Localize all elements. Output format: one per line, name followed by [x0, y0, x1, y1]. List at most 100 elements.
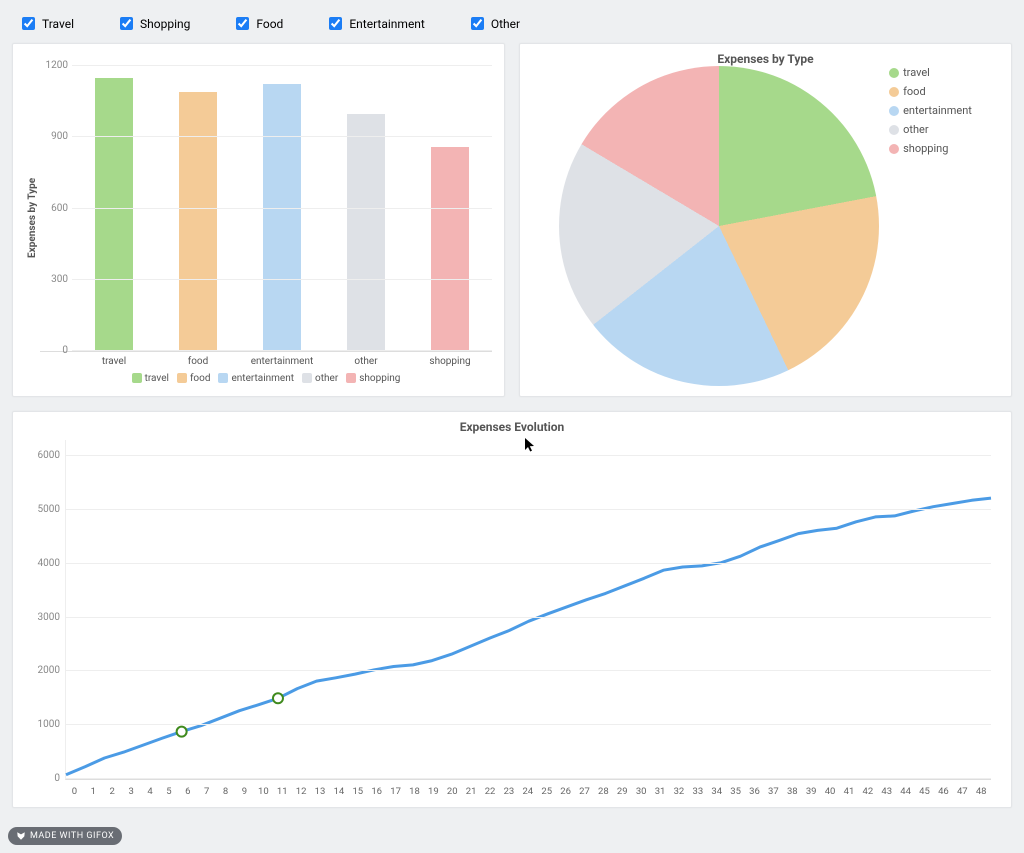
xaxis-tick: 26 [556, 786, 575, 797]
legend-item-entertainment[interactable]: entertainment [889, 104, 972, 117]
filter-shopping[interactable]: Shopping [116, 14, 190, 33]
legend-item-other[interactable]: other [889, 123, 972, 136]
filter-entertainment[interactable]: Entertainment [325, 14, 425, 33]
gridline: 1000 [66, 724, 991, 725]
xaxis-tick: 38 [783, 786, 802, 797]
bar-cat-label: shopping [408, 352, 492, 367]
legend-item-travel[interactable]: travel [889, 66, 972, 79]
bar-chart-card: Expenses by Type 03006009001200 travelfo… [12, 43, 505, 397]
filter-label: Entertainment [349, 17, 425, 31]
cursor-icon [525, 438, 535, 452]
filter-travel[interactable]: Travel [18, 14, 74, 33]
pie-legend: travel food entertainment other shopping [889, 66, 972, 161]
xaxis-tick: 31 [651, 786, 670, 797]
gridline: 900 [72, 136, 492, 137]
line-series[interactable] [66, 498, 991, 775]
line-chart[interactable]: 0100020003000400050006000 [65, 440, 991, 780]
line-marker[interactable] [177, 727, 187, 737]
filter-travel-checkbox[interactable] [22, 17, 35, 30]
xaxis-tick: 4 [141, 786, 160, 797]
gridline: 0 [72, 350, 492, 351]
xaxis-tick: 13 [311, 786, 330, 797]
legend-item-other[interactable]: other [302, 373, 338, 384]
legend-item-shopping[interactable]: shopping [346, 373, 400, 384]
bar-cat-label: food [156, 352, 240, 367]
xaxis-tick: 16 [367, 786, 386, 797]
xaxis-tick: 27 [575, 786, 594, 797]
xaxis-tick: 48 [972, 786, 991, 797]
line-xaxis: 0123456789101112131415161718192021222324… [65, 786, 991, 797]
xaxis-tick: 44 [896, 786, 915, 797]
filter-entertainment-checkbox[interactable] [329, 17, 342, 30]
xaxis-tick: 10 [254, 786, 273, 797]
bar-other[interactable] [324, 52, 408, 351]
bar-entertainment[interactable] [240, 52, 324, 351]
line-chart-card: Expenses Evolution 010002000300040005000… [12, 411, 1012, 808]
bar-chart[interactable]: 03006009001200 [40, 52, 492, 352]
filters-bar: Travel Shopping Food Entertainment Other [12, 12, 1012, 43]
bar-ylabel: Expenses by Type [25, 52, 40, 384]
bar-categories: travelfoodentertainmentothershopping [72, 352, 492, 367]
xaxis-tick: 8 [216, 786, 235, 797]
xaxis-tick: 5 [159, 786, 178, 797]
xaxis-tick: 35 [726, 786, 745, 797]
gifox-badge[interactable]: MADE WITH GIFOX [8, 827, 122, 845]
xaxis-tick: 41 [840, 786, 859, 797]
xaxis-tick: 18 [405, 786, 424, 797]
pie-title: Expenses by Type [532, 52, 999, 66]
filter-label: Food [256, 17, 283, 31]
xaxis-tick: 33 [688, 786, 707, 797]
filter-other[interactable]: Other [467, 14, 520, 33]
xaxis-tick: 15 [348, 786, 367, 797]
filter-food[interactable]: Food [232, 14, 283, 33]
gridline: 2000 [66, 670, 991, 671]
xaxis-tick: 43 [877, 786, 896, 797]
xaxis-tick: 23 [499, 786, 518, 797]
line-title: Expenses Evolution [25, 420, 999, 434]
filter-other-checkbox[interactable] [471, 17, 484, 30]
legend-item-entertainment[interactable]: entertainment [218, 373, 294, 384]
xaxis-tick: 11 [273, 786, 292, 797]
xaxis-tick: 42 [858, 786, 877, 797]
line-marker[interactable] [273, 693, 283, 703]
xaxis-tick: 21 [462, 786, 481, 797]
bar-food[interactable] [156, 52, 240, 351]
legend-item-food[interactable]: food [177, 373, 211, 384]
xaxis-tick: 29 [613, 786, 632, 797]
xaxis-tick: 37 [764, 786, 783, 797]
xaxis-tick: 24 [518, 786, 537, 797]
fox-icon [16, 831, 26, 841]
xaxis-tick: 9 [235, 786, 254, 797]
filter-label: Shopping [140, 17, 190, 31]
bar-legend: travel food entertainment other shopping [40, 367, 492, 384]
filter-label: Travel [42, 17, 74, 31]
xaxis-tick: 34 [707, 786, 726, 797]
xaxis-tick: 32 [670, 786, 689, 797]
filter-shopping-checkbox[interactable] [120, 17, 133, 30]
xaxis-tick: 36 [745, 786, 764, 797]
bar-shopping[interactable] [408, 52, 492, 351]
xaxis-tick: 47 [953, 786, 972, 797]
xaxis-tick: 45 [915, 786, 934, 797]
xaxis-tick: 2 [103, 786, 122, 797]
xaxis-tick: 3 [122, 786, 141, 797]
xaxis-tick: 14 [329, 786, 348, 797]
bar-cat-label: other [324, 352, 408, 367]
xaxis-tick: 30 [632, 786, 651, 797]
gridline: 6000 [66, 455, 991, 456]
gridline: 4000 [66, 563, 991, 564]
xaxis-tick: 1 [84, 786, 103, 797]
xaxis-tick: 19 [424, 786, 443, 797]
pie-chart-card: Expenses by Type travel food entertainment… [519, 43, 1012, 397]
gridline: 0 [66, 778, 991, 779]
filter-food-checkbox[interactable] [236, 17, 249, 30]
bar-travel[interactable] [72, 52, 156, 351]
legend-item-shopping[interactable]: shopping [889, 142, 972, 155]
gridline: 600 [72, 208, 492, 209]
xaxis-tick: 39 [802, 786, 821, 797]
xaxis-tick: 17 [386, 786, 405, 797]
gridline: 300 [72, 279, 492, 280]
legend-item-food[interactable]: food [889, 85, 972, 98]
pie-chart[interactable] [559, 66, 879, 386]
legend-item-travel[interactable]: travel [132, 373, 169, 384]
